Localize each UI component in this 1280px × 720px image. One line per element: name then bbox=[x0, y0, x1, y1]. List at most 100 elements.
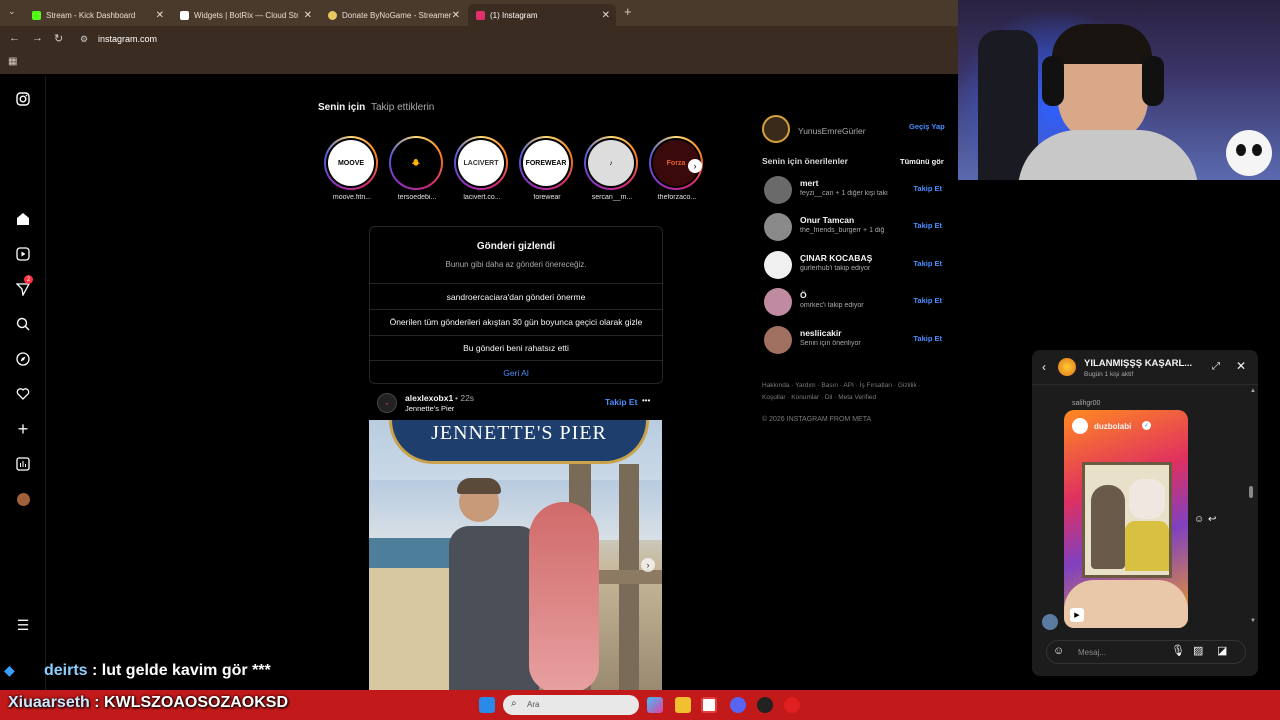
profile-name[interactable]: YunusEmreGürler bbox=[798, 126, 866, 136]
post-options-icon[interactable]: ••• bbox=[642, 396, 650, 405]
suggestion-avatar[interactable] bbox=[764, 213, 792, 241]
follow-button[interactable]: Takip Et bbox=[913, 334, 942, 343]
scroll-down-icon[interactable]: ▼ bbox=[1250, 618, 1256, 624]
switch-account-button[interactable]: Geçiş Yap bbox=[909, 122, 945, 131]
story-avatar: FOREWEAR bbox=[523, 140, 569, 186]
media-player-icon[interactable] bbox=[784, 697, 800, 713]
back-icon[interactable]: ← bbox=[9, 32, 20, 44]
tab-botrix[interactable]: Widgets | BotRix — Cloud Strea ✕ bbox=[172, 4, 318, 26]
suggestion-name[interactable]: mert bbox=[800, 178, 818, 188]
suggestion-name[interactable]: Onur Tamcan bbox=[800, 215, 854, 225]
notification-badge: 2 bbox=[24, 275, 33, 284]
home-icon[interactable] bbox=[14, 210, 32, 228]
chat-badge-icon: ◆ bbox=[4, 662, 15, 678]
tab-instagram[interactable]: (1) Instagram ✕ bbox=[468, 4, 616, 26]
heart-icon[interactable] bbox=[14, 385, 32, 403]
tab-following[interactable]: Takip ettiklerin bbox=[371, 102, 434, 113]
search-icon[interactable] bbox=[14, 315, 32, 333]
reload-icon[interactable]: ↻ bbox=[54, 32, 63, 45]
emoji-icon[interactable]: ☺ bbox=[1053, 645, 1064, 657]
follow-button[interactable]: Takip Et bbox=[913, 296, 942, 305]
image-icon[interactable]: ▨ bbox=[1193, 644, 1203, 657]
site-info-icon[interactable]: ⚙ bbox=[80, 34, 88, 45]
suggestion-avatar[interactable] bbox=[764, 176, 792, 204]
close-icon[interactable]: ✕ bbox=[304, 10, 312, 21]
post-time: • 22s bbox=[455, 393, 475, 403]
forward-icon[interactable]: → bbox=[32, 32, 43, 44]
tab-bynogame[interactable]: Donate ByNoGame - Streamer ✕ bbox=[320, 4, 466, 26]
obs-icon[interactable] bbox=[757, 697, 773, 713]
copyright: © 2026 INSTAGRAM FROM META bbox=[762, 416, 872, 423]
messages-icon[interactable]: 2 bbox=[14, 275, 33, 298]
undo-button[interactable]: Geri Al bbox=[370, 360, 662, 384]
see-all-link[interactable]: Tümünü gör bbox=[900, 157, 944, 166]
suggestion-avatar[interactable] bbox=[764, 288, 792, 316]
profile-avatar[interactable] bbox=[14, 490, 32, 508]
story-item[interactable]: 🐥 tersoedebi... bbox=[389, 136, 445, 201]
instagram-logo-icon[interactable] bbox=[14, 90, 32, 108]
create-icon[interactable]: + bbox=[14, 419, 32, 439]
tab-kick[interactable]: Stream - Kick Dashboard ✕ bbox=[24, 4, 170, 26]
footer-links[interactable]: Hakkında · Yardım · Basın · API · İş Fır… bbox=[762, 380, 942, 404]
more-menu-icon[interactable]: ☰ bbox=[14, 616, 32, 634]
file-explorer-icon[interactable] bbox=[675, 697, 691, 713]
hide-option-dont-suggest[interactable]: sandroercaciara'dan gönderi önerme bbox=[370, 283, 662, 309]
new-tab-button[interactable]: + bbox=[624, 4, 632, 19]
shared-account-name[interactable]: duzbolabi bbox=[1094, 422, 1131, 431]
post-username[interactable]: alexlexobx1 bbox=[405, 393, 453, 403]
hide-option-snooze-30-days[interactable]: Önerilen tüm gönderileri akıştan 30 gün … bbox=[370, 309, 662, 335]
back-icon[interactable]: ‹ bbox=[1042, 360, 1046, 374]
explore-icon[interactable] bbox=[14, 350, 32, 368]
profile-avatar[interactable] bbox=[762, 115, 790, 143]
suggestion-item: nesliicakir Senin için öneriliyor Takip Et bbox=[764, 326, 944, 356]
react-emoji-icon[interactable]: ☺ bbox=[1194, 514, 1204, 525]
discord-icon[interactable] bbox=[730, 697, 746, 713]
close-icon[interactable]: ✕ bbox=[602, 10, 610, 21]
taskbar-search[interactable]: ⌕ Ara bbox=[503, 695, 639, 715]
tab-for-you[interactable]: Senin için bbox=[318, 102, 365, 113]
follow-button[interactable]: Takip Et bbox=[913, 221, 942, 230]
streamer-hair bbox=[1052, 24, 1152, 64]
play-icon[interactable]: ▶ bbox=[1070, 608, 1084, 622]
scroll-up-icon[interactable]: ▲ bbox=[1250, 388, 1256, 394]
suggestion-avatar[interactable] bbox=[764, 251, 792, 279]
shared-reel[interactable]: duzbolabi ✓ ▶ bbox=[1064, 410, 1188, 628]
message-input[interactable]: ☺ Mesaj... 🎙 ▨ ◪ bbox=[1046, 640, 1246, 664]
suggestion-name[interactable]: Ö bbox=[800, 290, 807, 300]
scrollbar-thumb[interactable] bbox=[1249, 486, 1253, 498]
tab-search-icon[interactable]: ⌄ bbox=[8, 6, 16, 17]
post-author-avatar[interactable]: ▪▪ bbox=[377, 393, 397, 413]
expand-icon[interactable]: ⤢ bbox=[1212, 361, 1220, 372]
story-item[interactable]: FOREWEAR forewear bbox=[519, 136, 575, 201]
carousel-next-icon[interactable]: › bbox=[641, 558, 655, 572]
suggestion-name[interactable]: ÇINAR KOCABAŞ bbox=[800, 253, 872, 263]
apps-grid-icon[interactable]: ▦ bbox=[8, 56, 17, 67]
follow-button[interactable]: Takip Et bbox=[913, 259, 942, 268]
story-item[interactable]: LACIVERT lacivert.co... bbox=[454, 136, 510, 201]
stories-next-icon[interactable]: › bbox=[688, 159, 702, 173]
sticker-icon[interactable]: ◪ bbox=[1217, 644, 1227, 657]
suggestion-avatar[interactable] bbox=[764, 326, 792, 354]
reply-icon[interactable]: ↩ bbox=[1208, 514, 1216, 525]
dashboard-icon[interactable] bbox=[14, 455, 32, 473]
story-item[interactable]: ♪ sercan__m... bbox=[584, 136, 640, 201]
dm-title[interactable]: YILANMIŞŞŞ KAŞARL... bbox=[1084, 358, 1192, 369]
copilot-icon[interactable] bbox=[647, 697, 663, 713]
story-item[interactable]: MOOVE moove.fitn... bbox=[324, 136, 380, 201]
close-icon[interactable]: ✕ bbox=[1236, 359, 1246, 373]
url-field[interactable]: ⚙ instagram.com bbox=[78, 30, 938, 48]
start-icon[interactable] bbox=[479, 697, 495, 713]
post-image[interactable]: JENNETTE'S PIER › bbox=[369, 420, 662, 690]
close-icon[interactable]: ✕ bbox=[156, 10, 164, 21]
chrome-icon[interactable] bbox=[701, 697, 717, 713]
reels-icon[interactable] bbox=[14, 245, 32, 263]
microphone-icon[interactable]: 🎙 bbox=[1171, 644, 1185, 657]
follow-button[interactable]: Takip Et bbox=[913, 184, 942, 193]
story-username: tersoedebi... bbox=[397, 194, 437, 201]
group-avatar[interactable] bbox=[1058, 358, 1076, 376]
suggestion-name[interactable]: nesliicakir bbox=[800, 328, 842, 338]
post-location[interactable]: Jennette's Pier bbox=[405, 404, 454, 413]
close-icon[interactable]: ✕ bbox=[452, 10, 460, 21]
follow-button[interactable]: Takip Et bbox=[605, 397, 637, 407]
hide-option-bothered[interactable]: Bu gönderi beni rahatsız etti bbox=[370, 335, 662, 360]
